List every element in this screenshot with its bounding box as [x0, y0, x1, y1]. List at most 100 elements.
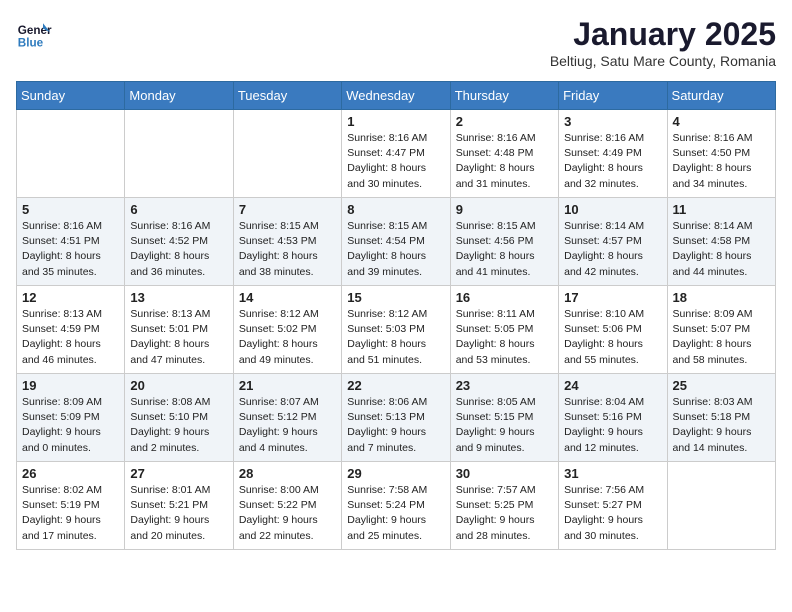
day-info: Sunrise: 8:16 AMSunset: 4:48 PMDaylight:… — [456, 131, 553, 192]
day-number: 22 — [347, 378, 444, 393]
week-row-3: 12 Sunrise: 8:13 AMSunset: 4:59 PMDayligh… — [17, 286, 776, 374]
calendar-cell: 14Sunrise: 8:12 AMSunset: 5:02 PMDayligh… — [233, 286, 341, 374]
day-number: 25 — [673, 378, 770, 393]
calendar-cell: 27 Sunrise: 8:01 AMSunset: 5:21 PMDayligh… — [125, 462, 233, 550]
day-number: 12 — [22, 290, 119, 305]
calendar-cell: 9Sunrise: 8:15 AMSunset: 4:56 PMDaylight… — [450, 198, 558, 286]
day-number: 3 — [564, 114, 661, 129]
calendar-cell: 30 Sunrise: 7:57 AMSunset: 5:25 PMDayligh… — [450, 462, 558, 550]
calendar-cell: 26 Sunrise: 8:02 AMSunset: 5:19 PMDayligh… — [17, 462, 125, 550]
day-number: 27 — [130, 466, 227, 481]
location: Beltiug, Satu Mare County, Romania — [550, 53, 776, 69]
day-info: Sunrise: 8:16 AMSunset: 4:47 PMDaylight:… — [347, 131, 444, 192]
logo: General Blue — [16, 16, 52, 52]
day-info: Sunrise: 8:02 AMSunset: 5:19 PMDaylight:… — [22, 483, 119, 544]
day-info: Sunrise: 8:12 AMSunset: 5:03 PMDaylight:… — [347, 307, 444, 368]
day-number: 2 — [456, 114, 553, 129]
day-info: Sunrise: 8:13 AMSunset: 5:01 PMDaylight:… — [130, 307, 227, 368]
day-number: 21 — [239, 378, 336, 393]
week-row-5: 26 Sunrise: 8:02 AMSunset: 5:19 PMDayligh… — [17, 462, 776, 550]
day-number: 11 — [673, 202, 770, 217]
day-number: 19 — [22, 378, 119, 393]
day-info: Sunrise: 8:09 AMSunset: 5:07 PMDaylight:… — [673, 307, 770, 368]
calendar-cell: 15 Sunrise: 8:12 AMSunset: 5:03 PMDayligh… — [342, 286, 450, 374]
day-info: Sunrise: 8:08 AMSunset: 5:10 PMDaylight:… — [130, 395, 227, 456]
day-info: Sunrise: 8:14 AMSunset: 4:57 PMDaylight:… — [564, 219, 661, 280]
weekday-header-monday: Monday — [125, 82, 233, 110]
day-number: 10 — [564, 202, 661, 217]
day-number: 28 — [239, 466, 336, 481]
calendar-cell: 12 Sunrise: 8:13 AMSunset: 4:59 PMDayligh… — [17, 286, 125, 374]
calendar-cell: 7Sunrise: 8:15 AMSunset: 4:53 PMDaylight… — [233, 198, 341, 286]
day-info: Sunrise: 7:56 AMSunset: 5:27 PMDaylight:… — [564, 483, 661, 544]
page-header: General Blue January 2025 Beltiug, Satu … — [16, 16, 776, 69]
day-info: Sunrise: 7:57 AMSunset: 5:25 PMDaylight:… — [456, 483, 553, 544]
day-number: 9 — [456, 202, 553, 217]
day-number: 4 — [673, 114, 770, 129]
day-info: Sunrise: 8:06 AMSunset: 5:13 PMDaylight:… — [347, 395, 444, 456]
day-number: 1 — [347, 114, 444, 129]
weekday-header-row: SundayMondayTuesdayWednesdayThursdayFrid… — [17, 82, 776, 110]
calendar-cell: 22 Sunrise: 8:06 AMSunset: 5:13 PMDayligh… — [342, 374, 450, 462]
calendar-cell: 4 Sunrise: 8:16 AMSunset: 4:50 PMDaylight… — [667, 110, 775, 198]
day-info: Sunrise: 8:03 AMSunset: 5:18 PMDaylight:… — [673, 395, 770, 456]
calendar-cell: 5 Sunrise: 8:16 AMSunset: 4:51 PMDaylight… — [17, 198, 125, 286]
calendar-cell: 31 Sunrise: 7:56 AMSunset: 5:27 PMDayligh… — [559, 462, 667, 550]
weekday-header-tuesday: Tuesday — [233, 82, 341, 110]
day-info: Sunrise: 8:10 AMSunset: 5:06 PMDaylight:… — [564, 307, 661, 368]
calendar-cell: 13 Sunrise: 8:13 AMSunset: 5:01 PMDayligh… — [125, 286, 233, 374]
day-info: Sunrise: 8:16 AMSunset: 4:49 PMDaylight:… — [564, 131, 661, 192]
day-info: Sunrise: 8:09 AMSunset: 5:09 PMDaylight:… — [22, 395, 119, 456]
day-number: 15 — [347, 290, 444, 305]
day-info: Sunrise: 8:15 AMSunset: 4:53 PMDaylight:… — [239, 219, 336, 280]
day-number: 26 — [22, 466, 119, 481]
day-info: Sunrise: 8:13 AMSunset: 4:59 PMDaylight:… — [22, 307, 119, 368]
calendar-cell: 25 Sunrise: 8:03 AMSunset: 5:18 PMDayligh… — [667, 374, 775, 462]
calendar-cell: 3 Sunrise: 8:16 AMSunset: 4:49 PMDaylight… — [559, 110, 667, 198]
calendar-cell: 8Sunrise: 8:15 AMSunset: 4:54 PMDaylight… — [342, 198, 450, 286]
day-number: 29 — [347, 466, 444, 481]
day-info: Sunrise: 8:16 AMSunset: 4:51 PMDaylight:… — [22, 219, 119, 280]
week-row-2: 5 Sunrise: 8:16 AMSunset: 4:51 PMDaylight… — [17, 198, 776, 286]
day-info: Sunrise: 8:16 AMSunset: 4:50 PMDaylight:… — [673, 131, 770, 192]
day-number: 30 — [456, 466, 553, 481]
day-info: Sunrise: 8:12 AMSunset: 5:02 PMDaylight:… — [239, 307, 336, 368]
day-number: 24 — [564, 378, 661, 393]
calendar-cell: 29 Sunrise: 7:58 AMSunset: 5:24 PMDayligh… — [342, 462, 450, 550]
day-number: 5 — [22, 202, 119, 217]
calendar-cell — [125, 110, 233, 198]
day-number: 16 — [456, 290, 553, 305]
calendar-cell: 23 Sunrise: 8:05 AMSunset: 5:15 PMDayligh… — [450, 374, 558, 462]
weekday-header-thursday: Thursday — [450, 82, 558, 110]
week-row-4: 19 Sunrise: 8:09 AMSunset: 5:09 PMDayligh… — [17, 374, 776, 462]
calendar-cell: 28 Sunrise: 8:00 AMSunset: 5:22 PMDayligh… — [233, 462, 341, 550]
day-number: 13 — [130, 290, 227, 305]
day-info: Sunrise: 8:04 AMSunset: 5:16 PMDaylight:… — [564, 395, 661, 456]
day-number: 17 — [564, 290, 661, 305]
day-info: Sunrise: 8:14 AMSunset: 4:58 PMDaylight:… — [673, 219, 770, 280]
day-info: Sunrise: 7:58 AMSunset: 5:24 PMDaylight:… — [347, 483, 444, 544]
calendar-cell: 11 Sunrise: 8:14 AMSunset: 4:58 PMDayligh… — [667, 198, 775, 286]
title-block: January 2025 Beltiug, Satu Mare County, … — [550, 16, 776, 69]
weekday-header-wednesday: Wednesday — [342, 82, 450, 110]
calendar-cell: 17 Sunrise: 8:10 AMSunset: 5:06 PMDayligh… — [559, 286, 667, 374]
weekday-header-friday: Friday — [559, 82, 667, 110]
day-info: Sunrise: 8:15 AMSunset: 4:54 PMDaylight:… — [347, 219, 444, 280]
calendar-cell: 21Sunrise: 8:07 AMSunset: 5:12 PMDayligh… — [233, 374, 341, 462]
calendar-cell: 19 Sunrise: 8:09 AMSunset: 5:09 PMDayligh… — [17, 374, 125, 462]
weekday-header-saturday: Saturday — [667, 82, 775, 110]
day-info: Sunrise: 8:00 AMSunset: 5:22 PMDaylight:… — [239, 483, 336, 544]
calendar-table: SundayMondayTuesdayWednesdayThursdayFrid… — [16, 81, 776, 550]
svg-text:Blue: Blue — [18, 37, 44, 50]
day-number: 31 — [564, 466, 661, 481]
calendar-cell: 10 Sunrise: 8:14 AMSunset: 4:57 PMDayligh… — [559, 198, 667, 286]
day-number: 23 — [456, 378, 553, 393]
day-info: Sunrise: 8:11 AMSunset: 5:05 PMDaylight:… — [456, 307, 553, 368]
day-number: 6 — [130, 202, 227, 217]
day-info: Sunrise: 8:01 AMSunset: 5:21 PMDaylight:… — [130, 483, 227, 544]
calendar-cell — [17, 110, 125, 198]
calendar-cell: 1 Sunrise: 8:16 AMSunset: 4:47 PMDaylight… — [342, 110, 450, 198]
day-info: Sunrise: 8:16 AMSunset: 4:52 PMDaylight:… — [130, 219, 227, 280]
calendar-cell: 18Sunrise: 8:09 AMSunset: 5:07 PMDayligh… — [667, 286, 775, 374]
day-info: Sunrise: 8:05 AMSunset: 5:15 PMDaylight:… — [456, 395, 553, 456]
